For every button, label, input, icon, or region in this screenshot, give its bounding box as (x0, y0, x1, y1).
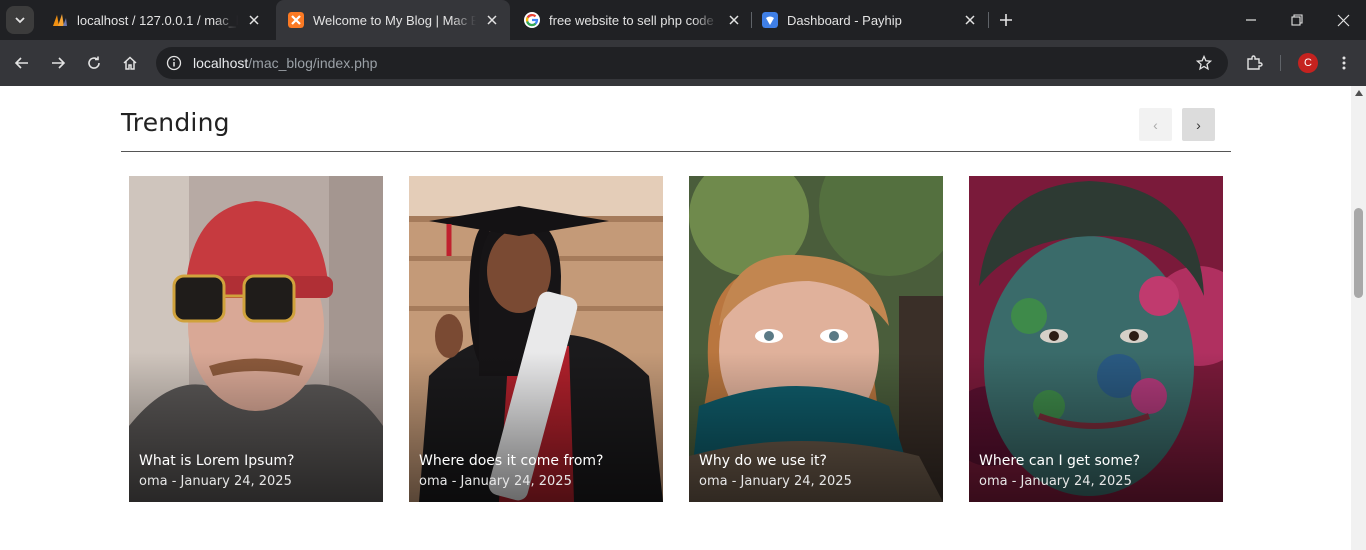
close-icon[interactable] (960, 10, 980, 30)
post-meta: oma - January 24, 2025 (419, 474, 572, 489)
close-icon[interactable] (244, 10, 264, 30)
google-icon (524, 12, 540, 28)
url-text: localhost/mac_blog/index.php (193, 55, 377, 71)
tab-separator (988, 12, 989, 28)
tab-payhip[interactable]: Dashboard - Payhip (750, 0, 988, 40)
section-divider (121, 151, 1231, 152)
reload-button[interactable] (82, 51, 106, 75)
close-icon (1337, 14, 1349, 26)
post-card[interactable]: Where does it come from? oma - January 2… (409, 176, 663, 502)
post-meta: oma - January 24, 2025 (979, 474, 1132, 489)
scrollbar-thumb[interactable] (1354, 208, 1363, 298)
section-title: Trending (121, 108, 230, 137)
url-host: localhost (193, 55, 249, 71)
post-card[interactable]: What is Lorem Ipsum? oma - January 24, 2… (129, 176, 383, 502)
tab-google-search[interactable]: free website to sell php code - Google S… (512, 0, 752, 40)
page-viewport: Trending ‹ › What is Lorem Ipsum? oma - … (0, 86, 1351, 550)
home-button[interactable] (118, 51, 142, 75)
home-icon (123, 56, 137, 70)
close-icon[interactable] (482, 10, 502, 30)
puzzle-icon (1247, 55, 1263, 70)
bookmark-star-icon[interactable] (1194, 53, 1214, 73)
tab-title: Welcome to My Blog | Mac Blog (313, 12, 476, 28)
post-card[interactable]: Where can I get some? oma - January 24, … (969, 176, 1223, 502)
tab-mac-blog[interactable]: Welcome to My Blog | Mac Blog (276, 0, 510, 40)
slider-prev-button[interactable]: ‹ (1139, 108, 1172, 141)
minimize-button[interactable] (1228, 0, 1274, 40)
chevron-down-icon (15, 17, 25, 24)
close-window-button[interactable] (1320, 0, 1366, 40)
address-bar[interactable]: localhost/mac_blog/index.php (156, 47, 1228, 79)
post-card[interactable]: Why do we use it? oma - January 24, 2025 (689, 176, 943, 502)
tab-title: localhost / 127.0.0.1 / mac_blog (77, 12, 238, 28)
browser-toolbar: localhost/mac_blog/index.php C (0, 40, 1366, 86)
close-icon[interactable] (724, 10, 744, 30)
arrow-right-icon (52, 57, 66, 69)
tab-phpmyadmin[interactable]: localhost / 127.0.0.1 / mac_blog (40, 0, 272, 40)
restore-icon (1291, 14, 1303, 26)
plus-icon (1000, 14, 1012, 26)
extensions-button[interactable] (1242, 51, 1266, 75)
tab-title: free website to sell php code - Google S… (549, 12, 718, 28)
tab-title: Dashboard - Payhip (787, 12, 902, 28)
forward-button[interactable] (46, 51, 70, 75)
post-title[interactable]: Where does it come from? (419, 453, 603, 469)
restore-button[interactable] (1274, 0, 1320, 40)
xampp-icon (288, 12, 304, 28)
profile-avatar[interactable]: C (1298, 53, 1318, 73)
payhip-icon (762, 12, 778, 28)
post-title[interactable]: What is Lorem Ipsum? (139, 453, 294, 469)
toolbar-divider (1280, 55, 1281, 71)
slider-next-button[interactable]: › (1182, 108, 1215, 141)
minimize-icon (1246, 19, 1256, 21)
new-tab-button[interactable] (994, 8, 1018, 32)
url-path: /mac_blog/index.php (248, 55, 378, 71)
tab-search-button[interactable] (6, 6, 34, 34)
scroll-up-arrow-icon[interactable] (1354, 88, 1363, 97)
post-title[interactable]: Why do we use it? (699, 453, 827, 469)
more-vert-icon (1342, 56, 1346, 70)
tab-strip: localhost / 127.0.0.1 / mac_blog Welcome… (0, 0, 1366, 40)
post-meta: oma - January 24, 2025 (139, 474, 292, 489)
post-meta: oma - January 24, 2025 (699, 474, 852, 489)
back-button[interactable] (10, 51, 34, 75)
phpmyadmin-icon (53, 14, 67, 26)
arrow-left-icon (14, 57, 28, 69)
site-info-icon[interactable] (164, 53, 184, 73)
reload-icon (88, 56, 100, 69)
menu-button[interactable] (1332, 51, 1356, 75)
post-title[interactable]: Where can I get some? (979, 453, 1140, 469)
page-scrollbar[interactable] (1351, 86, 1366, 550)
